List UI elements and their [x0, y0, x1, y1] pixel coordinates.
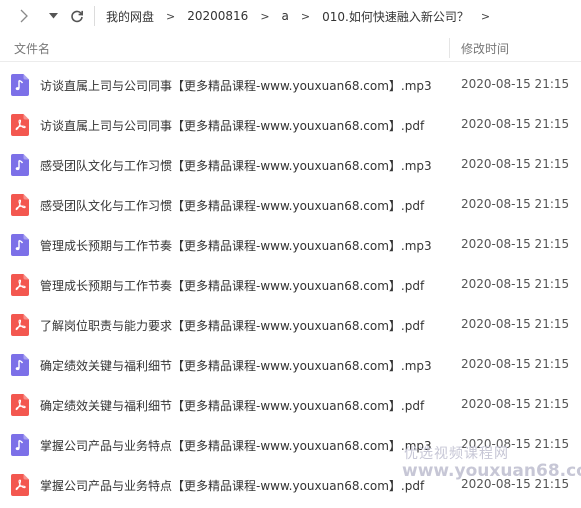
file-name[interactable]: 管理成长预期与工作节奏【更多精品课程-www.youxuan68.com】.mp…: [40, 237, 432, 254]
file-modified-date: 2020-08-15 21:15: [461, 357, 570, 371]
breadcrumb-separator: >: [166, 9, 176, 23]
file-row[interactable]: 感受团队文化与工作习惯【更多精品课程-www.youxuan68.com】.pd…: [0, 185, 581, 225]
file-list-header: 文件名 修改时间: [0, 34, 581, 62]
pdf-file-icon: [11, 474, 29, 496]
file-name[interactable]: 感受团队文化与工作习惯【更多精品课程-www.youxuan68.com】.pd…: [40, 197, 424, 214]
audio-file-icon: [11, 434, 29, 456]
breadcrumb-item-root[interactable]: 我的网盘: [106, 8, 154, 25]
breadcrumb-item-date[interactable]: 20200816: [187, 9, 248, 23]
audio-file-icon: [11, 154, 29, 176]
refresh-icon[interactable]: [66, 5, 88, 27]
toolbar: 我的网盘 > 20200816 > a > 010.如何快速融入新公司？ >: [0, 0, 581, 32]
file-row[interactable]: 访谈直属上司与公司同事【更多精品课程-www.youxuan68.com】.pd…: [0, 105, 581, 145]
audio-file-icon: [11, 354, 29, 376]
watermark: 优选视频课程网 www.youxuan68.com: [402, 447, 581, 480]
pdf-file-icon: [11, 314, 29, 336]
audio-file-icon: [11, 234, 29, 256]
file-modified-date: 2020-08-15 21:15: [461, 237, 570, 251]
file-name[interactable]: 访谈直属上司与公司同事【更多精品课程-www.youxuan68.com】.mp…: [40, 77, 432, 94]
file-name[interactable]: 确定绩效关键与福利细节【更多精品课程-www.youxuan68.com】.pd…: [40, 397, 424, 414]
watermark-title: 优选视频课程网: [404, 446, 509, 462]
column-header-modified[interactable]: 修改时间: [461, 40, 509, 57]
file-row[interactable]: 了解岗位职责与能力要求【更多精品课程-www.youxuan68.com】.pd…: [0, 305, 581, 345]
file-row[interactable]: 确定绩效关键与福利细节【更多精品课程-www.youxuan68.com】.pd…: [0, 385, 581, 425]
file-row[interactable]: 管理成长预期与工作节奏【更多精品课程-www.youxuan68.com】.pd…: [0, 265, 581, 305]
file-modified-date: 2020-08-15 21:15: [461, 317, 570, 331]
column-divider[interactable]: [449, 38, 450, 58]
breadcrumb-separator[interactable]: >: [481, 10, 490, 23]
watermark-url: www.youxuan68.com: [402, 461, 581, 481]
file-row[interactable]: 访谈直属上司与公司同事【更多精品课程-www.youxuan68.com】.mp…: [0, 65, 581, 105]
file-row[interactable]: 感受团队文化与工作习惯【更多精品课程-www.youxuan68.com】.mp…: [0, 145, 581, 185]
pdf-file-icon: [11, 114, 29, 136]
file-name[interactable]: 了解岗位职责与能力要求【更多精品课程-www.youxuan68.com】.pd…: [40, 317, 424, 334]
file-name[interactable]: 访谈直属上司与公司同事【更多精品课程-www.youxuan68.com】.pd…: [40, 117, 424, 134]
breadcrumb-separator: >: [300, 9, 311, 23]
file-name[interactable]: 掌握公司产品与业务特点【更多精品课程-www.youxuan68.com】.mp…: [40, 437, 432, 454]
breadcrumb-item-current[interactable]: 010.如何快速融入新公司？: [322, 8, 469, 25]
file-list: 访谈直属上司与公司同事【更多精品课程-www.youxuan68.com】.mp…: [0, 65, 581, 505]
breadcrumb-item-folder-a[interactable]: a: [282, 9, 289, 23]
file-name[interactable]: 确定绩效关键与福利细节【更多精品课程-www.youxuan68.com】.mp…: [40, 357, 432, 374]
file-name[interactable]: 管理成长预期与工作节奏【更多精品课程-www.youxuan68.com】.pd…: [40, 277, 424, 294]
column-header-name[interactable]: 文件名: [14, 40, 50, 57]
file-modified-date: 2020-08-15 21:15: [461, 157, 570, 171]
audio-file-icon: [11, 74, 29, 96]
file-modified-date: 2020-08-15 21:15: [461, 197, 570, 211]
breadcrumb: 我的网盘 > 20200816 > a > 010.如何快速融入新公司？ >: [106, 8, 490, 25]
caret-down-icon[interactable]: [42, 5, 64, 27]
pdf-file-icon: [11, 274, 29, 296]
file-modified-date: 2020-08-15 21:15: [461, 117, 570, 131]
file-modified-date: 2020-08-15 21:15: [461, 397, 570, 411]
file-row[interactable]: 管理成长预期与工作节奏【更多精品课程-www.youxuan68.com】.mp…: [0, 225, 581, 265]
file-modified-date: 2020-08-15 21:15: [461, 77, 570, 91]
file-name[interactable]: 掌握公司产品与业务特点【更多精品课程-www.youxuan68.com】.pd…: [40, 477, 424, 494]
chevron-right-icon[interactable]: [13, 5, 35, 27]
file-name[interactable]: 感受团队文化与工作习惯【更多精品课程-www.youxuan68.com】.mp…: [40, 157, 432, 174]
pdf-file-icon: [11, 194, 29, 216]
file-modified-date: 2020-08-15 21:15: [461, 277, 570, 291]
toolbar-divider: [94, 6, 95, 26]
file-row[interactable]: 确定绩效关键与福利细节【更多精品课程-www.youxuan68.com】.mp…: [0, 345, 581, 385]
pdf-file-icon: [11, 394, 29, 416]
breadcrumb-separator: >: [260, 9, 270, 23]
